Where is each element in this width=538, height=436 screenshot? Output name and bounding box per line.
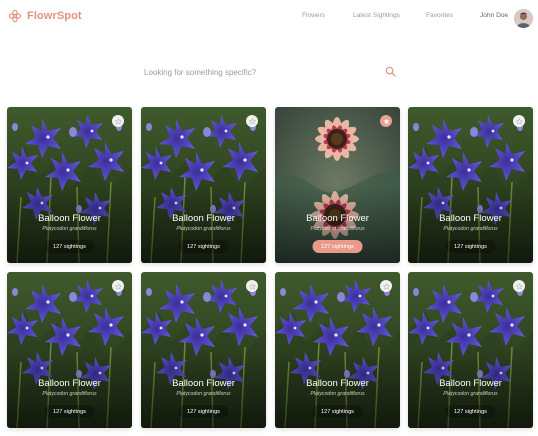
flower-latin-name: Platycodon grandiflorus [42, 391, 97, 397]
flower-name: Balloon Flower [306, 213, 369, 224]
favorite-star-icon[interactable] [112, 280, 124, 292]
sightings-badge[interactable]: 127 sightings [312, 405, 363, 418]
sightings-badge[interactable]: 127 sightings [178, 240, 229, 253]
flower-card[interactable]: Balloon Flower Platycodon grandiflorus 1… [408, 107, 533, 263]
flower-latin-name: Platycodon grandiflorus [176, 391, 231, 397]
flower-name: Balloon Flower [439, 378, 502, 389]
favorite-star-icon[interactable] [112, 115, 124, 127]
favorite-star-icon[interactable] [246, 280, 258, 292]
sightings-badge[interactable]: 127 sightings [44, 405, 95, 418]
flower-latin-name: Platycodon grandiflorus [310, 391, 365, 397]
nav-user-name[interactable]: John Doe [480, 12, 508, 19]
favorite-star-icon[interactable] [513, 115, 525, 127]
main-nav: Flowers Latest Sightings Favorites John … [0, 12, 538, 26]
flower-card[interactable]: Balloon Flower Platycodon grandiflorus 1… [7, 107, 132, 263]
search-input[interactable] [140, 67, 370, 77]
flower-name: Balloon Flower [38, 378, 101, 389]
flower-card[interactable]: Balloon Flower Platycodon grandiflorus 1… [408, 272, 533, 428]
top-navbar: FlowrSpot Flowers Latest Sightings Favor… [0, 0, 538, 36]
sightings-badge[interactable]: 127 sightings [44, 240, 95, 253]
favorite-star-icon[interactable] [246, 115, 258, 127]
user-avatar-icon [514, 9, 533, 28]
nav-latest-sightings[interactable]: Latest Sightings [353, 12, 400, 19]
favorite-star-icon[interactable] [513, 280, 525, 292]
sightings-badge[interactable]: 127 sightings [445, 405, 496, 418]
nav-flowers[interactable]: Flowers [302, 12, 325, 19]
flower-latin-name: Platycodon grandiflorus [310, 226, 365, 232]
sightings-badge[interactable]: 127 sightings [445, 240, 496, 253]
flower-card[interactable]: Balloon Flower Platycodon grandiflorus 1… [141, 107, 266, 263]
flower-name: Balloon Flower [306, 378, 369, 389]
search-icon[interactable] [385, 66, 396, 77]
search-bar [140, 60, 400, 84]
flower-latin-name: Platycodon grandiflorus [443, 391, 498, 397]
flower-latin-name: Platycodon grandiflorus [443, 226, 498, 232]
favorite-star-icon[interactable] [380, 115, 392, 127]
flower-latin-name: Platycodon grandiflorus [176, 226, 231, 232]
flower-card[interactable]: Balloon Flower Platycodon grandiflorus 1… [7, 272, 132, 428]
flower-name: Balloon Flower [38, 213, 101, 224]
nav-favorites[interactable]: Favorites [426, 12, 453, 19]
sightings-badge[interactable]: 127 sightings [178, 405, 229, 418]
flower-card[interactable]: Balloon Flower Platycodon grandiflorus 1… [275, 107, 400, 263]
flower-name: Balloon Flower [172, 378, 235, 389]
sightings-badge[interactable]: 127 sightings [312, 240, 363, 253]
flower-name: Balloon Flower [172, 213, 235, 224]
avatar[interactable] [514, 9, 533, 28]
flower-card[interactable]: Balloon Flower Platycodon grandiflorus 1… [141, 272, 266, 428]
favorite-star-icon[interactable] [380, 280, 392, 292]
flower-name: Balloon Flower [439, 213, 502, 224]
flower-latin-name: Platycodon grandiflorus [42, 226, 97, 232]
flower-card[interactable]: Balloon Flower Platycodon grandiflorus 1… [275, 272, 400, 428]
